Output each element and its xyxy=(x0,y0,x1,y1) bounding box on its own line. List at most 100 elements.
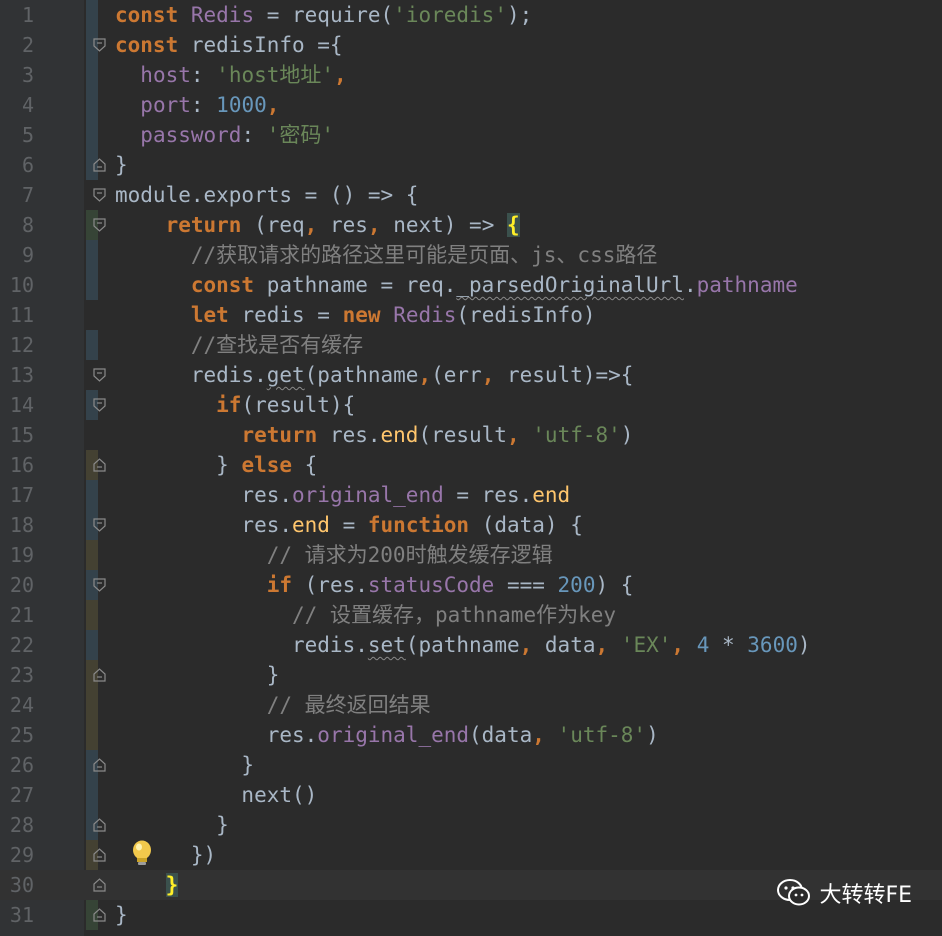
fold-open-icon[interactable] xyxy=(93,518,106,532)
line-number: 10 xyxy=(9,273,34,297)
code-text: } xyxy=(115,660,280,690)
code-line-12[interactable]: 12 //查找是否有缓存 xyxy=(0,330,942,360)
code-token: === xyxy=(494,573,558,597)
code-line-5[interactable]: 5 password: '密码' xyxy=(0,120,942,150)
line-number: 16 xyxy=(9,453,34,477)
code-token: if xyxy=(266,573,293,597)
code-line-7[interactable]: 7 module.exports = () => { xyxy=(0,180,942,210)
fold-open-icon[interactable] xyxy=(93,38,106,52)
code-token: _parsedOriginalUrl xyxy=(456,273,684,297)
fold-close-icon[interactable] xyxy=(93,758,106,772)
code-token: = res. xyxy=(443,483,533,507)
fold-open-icon[interactable] xyxy=(93,188,106,202)
code-token: let xyxy=(190,303,229,327)
code-token: get xyxy=(266,363,305,387)
code-line-2[interactable]: 2 const redisInfo ={ xyxy=(0,30,942,60)
fold-close-icon[interactable] xyxy=(93,668,106,682)
code-line-11[interactable]: 11 let redis = new Redis(redisInfo) xyxy=(0,300,942,330)
fold-open-icon[interactable] xyxy=(93,218,106,232)
code-token: //获取请求的路径这里可能是页面、js、css路径 xyxy=(190,243,658,267)
fold-close-icon[interactable] xyxy=(93,158,106,172)
code-token: Redis xyxy=(393,303,457,327)
code-token: //查找是否有缓存 xyxy=(190,333,364,357)
code-token: return xyxy=(241,423,318,447)
code-line-21[interactable]: 21 // 设置缓存，pathname作为key xyxy=(0,600,942,630)
line-number: 9 xyxy=(21,243,34,267)
code-text: } else { xyxy=(115,450,317,480)
code-line-24[interactable]: 24 // 最终返回结果 xyxy=(0,690,942,720)
fold-close-icon[interactable] xyxy=(93,878,106,892)
code-token: ) xyxy=(620,423,634,447)
fold-close-icon[interactable] xyxy=(93,908,106,922)
code-line-15[interactable]: 15 return res.end(result, 'utf-8') xyxy=(0,420,942,450)
code-text: } xyxy=(115,900,128,930)
code-editor[interactable]: 1 const Redis = require('ioredis'); 2 const… xyxy=(0,0,942,936)
code-line-16[interactable]: 16 } else { xyxy=(0,450,942,480)
code-token: function xyxy=(367,513,470,537)
code-text: //获取请求的路径这里可能是页面、js、css路径 xyxy=(115,240,658,270)
code-token: // 请求为200时触发缓存逻辑 xyxy=(266,543,553,567)
code-token: , xyxy=(334,63,347,87)
code-text: return (req, res, next) => { xyxy=(115,210,520,240)
code-line-14[interactable]: 14 if(result){ xyxy=(0,390,942,420)
fold-open-icon[interactable] xyxy=(93,578,106,592)
code-token: set xyxy=(367,633,406,657)
code-token: } xyxy=(115,153,128,177)
code-line-10[interactable]: 10 const pathname = req._parsedOriginalU… xyxy=(0,270,942,300)
code-token: res xyxy=(317,213,368,237)
code-token: } xyxy=(115,453,242,477)
code-line-27[interactable]: 27 next() xyxy=(0,780,942,810)
code-line-17[interactable]: 17 res.original_end = res.end xyxy=(0,480,942,510)
code-line-23[interactable]: 23 } xyxy=(0,660,942,690)
line-number: 21 xyxy=(9,603,34,627)
line-number: 20 xyxy=(9,573,34,597)
code-text: // 请求为200时触发缓存逻辑 xyxy=(115,540,553,570)
fold-close-icon[interactable] xyxy=(93,818,106,832)
code-token: port xyxy=(140,93,191,117)
code-token: else xyxy=(241,453,293,477)
code-token: = xyxy=(329,513,368,537)
code-line-20[interactable]: 20 if (res.statusCode === 200) { xyxy=(0,570,942,600)
code-token: , xyxy=(418,363,432,387)
code-line-9[interactable]: 9 //获取请求的路径这里可能是页面、js、css路径 xyxy=(0,240,942,270)
code-line-28[interactable]: 28 } xyxy=(0,810,942,840)
lightbulb-icon[interactable] xyxy=(130,839,154,869)
code-line-19[interactable]: 19 // 请求为200时触发缓存逻辑 xyxy=(0,540,942,570)
fold-close-icon[interactable] xyxy=(93,458,106,472)
code-token: res. xyxy=(115,723,318,747)
code-token: (result){ xyxy=(241,393,356,417)
code-line-4[interactable]: 4 port: 1000, xyxy=(0,90,942,120)
code-token: original_end xyxy=(317,723,470,747)
line-number: 2 xyxy=(21,33,34,57)
code-line-26[interactable]: 26 } xyxy=(0,750,942,780)
code-line-8[interactable]: 8 return (req, res, next) => { xyxy=(0,210,942,240)
code-token: } xyxy=(115,663,280,687)
code-line-3[interactable]: 3 host: 'host地址', xyxy=(0,60,942,90)
line-number: 3 xyxy=(21,63,34,87)
code-line-18[interactable]: 18 res.end = function (data) { xyxy=(0,510,942,540)
code-line-13[interactable]: 13 redis.get(pathname,(err, result)=>{ xyxy=(0,360,942,390)
code-token: , xyxy=(481,363,495,387)
code-token: res. xyxy=(115,513,293,537)
line-number: 15 xyxy=(9,423,34,447)
fold-open-icon[interactable] xyxy=(93,368,106,382)
fold-open-icon[interactable] xyxy=(93,398,106,412)
code-line-6[interactable]: 6} xyxy=(0,150,942,180)
code-text: // 最终返回结果 xyxy=(115,690,431,720)
code-token: res. xyxy=(115,483,293,507)
code-token: end xyxy=(380,423,419,447)
code-token: (data xyxy=(469,723,533,747)
fold-close-icon[interactable] xyxy=(93,848,106,862)
code-line-25[interactable]: 25 res.original_end(data, 'utf-8') xyxy=(0,720,942,750)
code-line-22[interactable]: 22 redis.set(pathname, data, 'EX', 4 * 3… xyxy=(0,630,942,660)
code-line-1[interactable]: 1 const Redis = require('ioredis'); xyxy=(0,0,942,30)
line-number: 22 xyxy=(9,633,34,657)
line-number: 18 xyxy=(9,513,34,537)
